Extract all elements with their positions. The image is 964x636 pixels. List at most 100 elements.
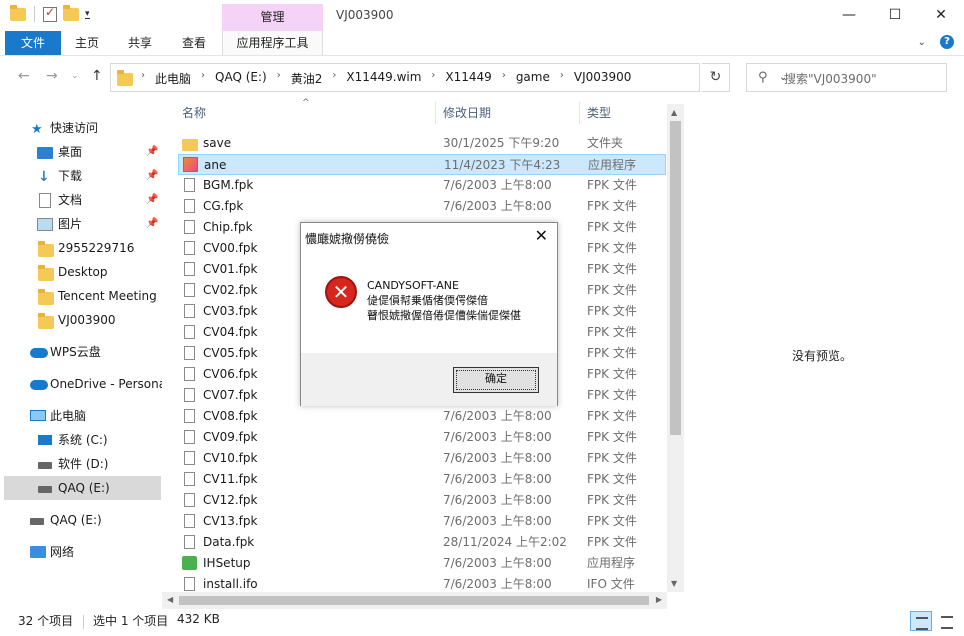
file-icon [184,283,195,297]
sidebar-item-wps-cloud[interactable]: WPS云盘 [0,340,162,364]
breadcrumb-item[interactable]: VJ003900 [574,70,632,87]
column-header-type[interactable]: 类型 [587,98,611,128]
file-row[interactable]: CV08.fpk 7/6/2003 上午8:00 FPK 文件 [178,406,666,427]
file-date: 28/11/2024 上午2:02 [443,535,567,549]
sidebar-item-drive-d[interactable]: 软件 (D:) [0,452,162,476]
properties-icon[interactable] [43,5,57,22]
pin-icon[interactable]: 📌 [146,164,158,188]
sidebar-item-folder[interactable]: 2955229716 [0,236,162,260]
column-divider[interactable] [579,102,580,124]
file-name: CV13.fpk [203,514,258,528]
quick-access-toolbar: ▾ [10,4,90,22]
file-row[interactable]: CV11.fpk 7/6/2003 上午8:00 FPK 文件 [178,469,666,490]
new-folder-icon[interactable] [63,4,79,21]
search-input[interactable]: ⚲ 搜索"VJ003900" [746,63,947,92]
breadcrumb-item[interactable]: X11449.wim [346,70,421,87]
column-header-date[interactable]: 修改日期 [443,98,491,128]
tab-file[interactable]: 文件 [5,31,61,55]
address-bar[interactable]: › 此电脑 › QAQ (E:) › 黄油2 › X11449.wim › X1… [110,63,787,92]
sidebar-item-network[interactable]: 网络 [0,540,162,564]
back-arrow-icon[interactable]: ← [18,68,30,84]
selected-count: 选中 1 个项目 [93,614,169,628]
pin-icon[interactable]: 📌 [146,188,158,212]
forward-arrow-icon[interactable]: → [46,68,58,84]
scrollbar-thumb[interactable] [179,596,649,605]
scroll-up-icon[interactable]: ▲ [671,108,677,117]
sidebar-item-drive-e[interactable]: QAQ (E:) [4,476,161,500]
pin-icon[interactable]: 📌 [146,212,158,236]
scrollbar-thumb[interactable] [670,121,681,435]
file-row[interactable]: BGM.fpk 7/6/2003 上午8:00 FPK 文件 [178,175,666,196]
sidebar-item-quick-access[interactable]: ★ 快速访问 [0,116,162,140]
file-row[interactable]: Data.fpk 28/11/2024 上午2:02 FPK 文件 [178,532,666,553]
search-placeholder: 搜索"VJ003900" [784,72,877,86]
file-row[interactable]: save 30/1/2025 下午9:20 文件夹 [178,133,666,154]
sidebar-item-this-pc[interactable]: 此电脑 [0,404,162,428]
column-divider[interactable] [435,102,436,124]
customize-toolbar-icon[interactable]: ▾ [85,9,90,19]
breadcrumb: › 此电脑 › QAQ (E:) › 黄油2 › X11449.wim › X1… [141,70,631,87]
breadcrumb-item[interactable]: 此电脑 [155,70,191,87]
file-row[interactable]: IHSetup 7/6/2003 上午8:00 应用程序 [178,553,666,574]
large-icons-view-icon[interactable] [936,611,958,631]
sidebar-item-folder[interactable]: Desktop [0,260,162,284]
breadcrumb-item[interactable]: game [516,70,550,87]
sidebar-item-drive-c[interactable]: 系统 (C:) [0,428,162,452]
pc-icon [30,410,46,421]
breadcrumb-item[interactable]: X11449 [445,70,491,87]
sidebar-item-downloads[interactable]: ↓ 下载 📌 [0,164,162,188]
chevron-right-icon[interactable]: › [502,70,506,87]
file-row[interactable]: install.ifo 7/6/2003 上午8:00 IFO 文件 [178,574,666,592]
manage-context-tab[interactable]: 管理 [222,4,323,31]
file-row[interactable]: ane 11/4/2023 下午4:23 应用程序 [178,154,666,175]
sidebar-item-folder[interactable]: Tencent Meeting [0,284,162,308]
chevron-right-icon[interactable]: › [201,70,205,87]
close-icon[interactable]: ✕ [535,226,548,245]
sidebar-item-desktop[interactable]: 桌面 📌 [0,140,162,164]
chevron-right-icon[interactable]: › [332,70,336,87]
file-row[interactable]: CG.fpk 7/6/2003 上午8:00 FPK 文件 [178,196,666,217]
chevron-right-icon[interactable]: › [141,70,145,87]
help-icon[interactable]: ? [940,35,954,49]
ok-button[interactable]: 确定 [453,367,539,393]
sidebar-item-folder[interactable]: VJ003900 [0,308,162,332]
maximize-button[interactable]: ☐ [872,0,918,31]
file-row[interactable]: CV09.fpk 7/6/2003 上午8:00 FPK 文件 [178,427,666,448]
file-name: CV04.fpk [203,325,258,339]
breadcrumb-item[interactable]: QAQ (E:) [215,70,267,87]
sidebar-item-onedrive[interactable]: OneDrive - Persona [0,372,162,396]
file-name: Chip.fpk [203,220,253,234]
close-button[interactable]: ✕ [918,0,964,31]
file-row[interactable]: CV10.fpk 7/6/2003 上午8:00 FPK 文件 [178,448,666,469]
file-icon [184,409,195,423]
document-icon [39,193,51,208]
expand-ribbon-icon[interactable]: ⌄ [918,37,926,48]
breadcrumb-item[interactable]: 黄油2 [291,70,323,87]
scroll-down-icon[interactable]: ▼ [671,579,677,588]
scroll-right-icon[interactable]: ▶ [656,595,662,604]
tab-share[interactable]: 共享 [118,31,162,55]
chevron-right-icon[interactable]: › [431,70,435,87]
chevron-right-icon[interactable]: › [560,70,564,87]
file-name: CV02.fpk [203,283,258,297]
tab-application-tools[interactable]: 应用程序工具 [222,31,323,55]
chevron-right-icon[interactable]: › [277,70,281,87]
file-row[interactable]: CV12.fpk 7/6/2003 上午8:00 FPK 文件 [178,490,666,511]
sidebar-item-drive-e-root[interactable]: QAQ (E:) [0,508,162,532]
file-row[interactable]: CV13.fpk 7/6/2003 上午8:00 FPK 文件 [178,511,666,532]
up-arrow-icon[interactable]: ↑ [91,68,103,84]
folder-icon[interactable] [10,4,26,21]
sidebar-item-documents[interactable]: 文档 📌 [0,188,162,212]
refresh-button[interactable]: ↻ [702,63,730,92]
vertical-scrollbar[interactable]: ▲ ▼ [667,104,684,592]
minimize-button[interactable]: — [826,0,872,31]
tab-home[interactable]: 主页 [66,31,108,55]
details-view-icon[interactable] [910,611,932,631]
horizontal-scrollbar[interactable]: ◀ ▶ [162,592,667,609]
sidebar-item-pictures[interactable]: 图片 📌 [0,212,162,236]
scroll-left-icon[interactable]: ◀ [167,595,173,604]
pin-icon[interactable]: 📌 [146,140,158,164]
tab-view[interactable]: 查看 [172,31,216,55]
column-header-name[interactable]: 名称 [182,98,206,128]
recent-locations-icon[interactable]: ⌄ [71,71,79,81]
